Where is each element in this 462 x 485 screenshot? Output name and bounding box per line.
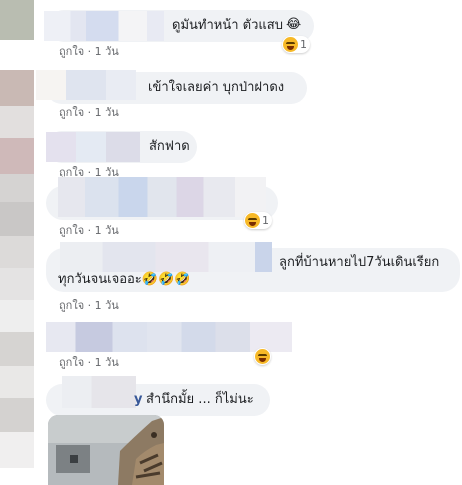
reaction-badge[interactable] (254, 348, 271, 365)
comment-text: เข้าใจเลยค่า บุกป่าฝาดง (148, 80, 285, 95)
avatar[interactable] (0, 366, 34, 402)
reaction-count: 1 (300, 38, 307, 51)
reaction-badge[interactable]: 1 (244, 212, 272, 229)
avatar[interactable] (0, 0, 34, 40)
comment-meta[interactable]: ถูกใจ · 1 วัน (59, 224, 119, 238)
laugh-emoji-icon (245, 213, 260, 228)
comment-meta[interactable]: ถูกใจ · 1 วัน (59, 45, 119, 59)
comment-bubble[interactable]: ดูมันทำหน้า ตัวแสบ 😂 (44, 10, 314, 42)
blurred-name (46, 132, 140, 162)
comment-meta[interactable]: ถูกใจ · 1 วัน (59, 299, 119, 313)
blurred-name (44, 11, 164, 41)
avatar-column (0, 0, 34, 485)
avatar[interactable] (0, 70, 34, 106)
cat-photo (48, 415, 164, 485)
laugh-emoji-icon (255, 349, 270, 364)
comment-emoji: 😂 (286, 17, 302, 32)
comment-text: ดูมันทำหน้า ตัวแสบ (172, 18, 283, 33)
blurred-name (60, 242, 272, 272)
comment-image[interactable] (48, 415, 164, 485)
avatar[interactable] (0, 432, 34, 468)
comment-bubble[interactable]: y สำนึกมั้ย ... ก็ไม่นะ (46, 376, 270, 416)
blurred-text (46, 322, 292, 352)
comment-text: สำนึกมั้ย ... ก็ไม่นะ (146, 392, 254, 407)
blurred-name (36, 70, 136, 100)
avatar[interactable] (0, 398, 34, 434)
comment-text: ลูกที่บ้านหายไป7วันเดินเรียก (279, 255, 440, 270)
avatar[interactable] (0, 138, 34, 174)
comment-bubble[interactable]: เข้าใจเลยค่า บุกป่าฝาดง (36, 70, 307, 104)
comment-bubble[interactable]: สักฟาด (46, 131, 197, 163)
reaction-badge[interactable]: 1 (282, 36, 310, 53)
comment-bubble[interactable] (46, 320, 292, 352)
blurred-text (58, 177, 266, 217)
avatar[interactable] (0, 268, 34, 304)
commenter-name[interactable]: y (134, 392, 142, 408)
comment-bubble[interactable] (46, 177, 278, 220)
comment-text: สักฟาด (149, 139, 190, 154)
comment-bubble[interactable]: ลูกที่บ้านหายไป7วันเดินเรียก ทุกวันจนเจอ… (46, 242, 460, 292)
reaction-count: 1 (262, 214, 269, 227)
comment-text-line2: ทุกวันจนเจออะ🤣🤣🤣 (58, 272, 191, 287)
comment-meta[interactable]: ถูกใจ · 1 วัน (59, 106, 119, 120)
comment-meta[interactable]: ถูกใจ · 1 วัน (59, 356, 119, 370)
blurred-name (62, 376, 136, 408)
avatar[interactable] (0, 202, 34, 238)
laugh-emoji-icon (283, 37, 298, 52)
avatar[interactable] (0, 332, 34, 368)
avatar[interactable] (0, 300, 34, 336)
avatar[interactable] (0, 236, 34, 272)
avatar[interactable] (0, 106, 34, 142)
